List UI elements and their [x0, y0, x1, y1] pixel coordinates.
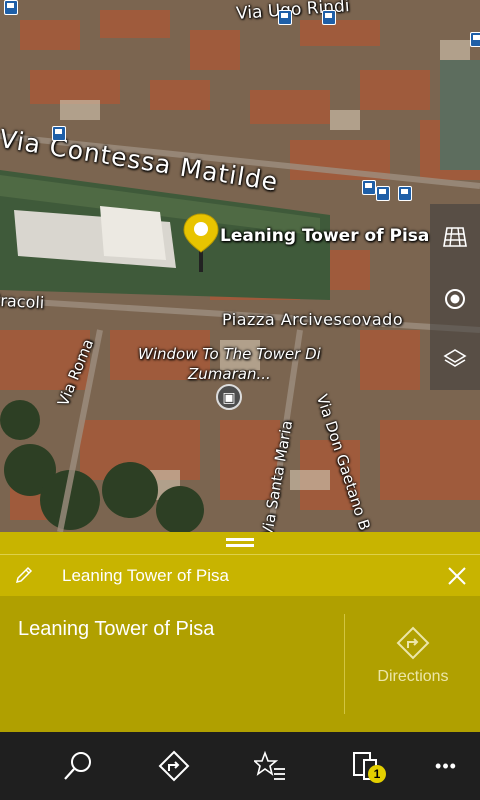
map-toolbar [430, 204, 480, 390]
hotel-icon[interactable]: ▣ [216, 384, 242, 410]
notification-badge: 1 [368, 765, 386, 783]
selected-poi-label[interactable]: Leaning Tower of Pisa [220, 226, 429, 246]
place-label-line1: Window To The Tower Di [138, 345, 321, 363]
directions-icon [396, 626, 430, 660]
more-icon: ••• [435, 755, 457, 776]
directions-label: Directions [377, 668, 449, 685]
3d-buildings-icon[interactable] [430, 212, 480, 262]
place-details: Leaning Tower of Pisa Directions [0, 596, 480, 732]
favorites-list-icon [254, 750, 285, 780]
bus-stop-icon[interactable] [470, 32, 480, 47]
app-bar: 1 ••• [0, 732, 480, 800]
more-button[interactable]: ••• [428, 748, 464, 784]
directions-button[interactable]: Directions [346, 626, 480, 696]
bus-stop-icon[interactable] [362, 180, 376, 195]
edit-pencil-icon[interactable] [14, 565, 34, 585]
grip-icon [226, 538, 254, 547]
panel-drag-handle[interactable] [0, 532, 480, 554]
map-layers-icon[interactable] [430, 334, 480, 384]
close-icon[interactable] [446, 565, 468, 587]
place-label-window-to-tower[interactable]: Window To The Tower Di Zumaran... [138, 344, 321, 384]
map-view[interactable]: Via Ugo Rindi Via Contessa Matilde iraco… [0, 0, 480, 532]
place-label-line2: Zumaran... [188, 365, 271, 383]
bus-stop-icon[interactable] [278, 10, 292, 25]
place-name: Leaning Tower of Pisa [18, 618, 215, 640]
bus-stop-icon[interactable] [4, 0, 18, 15]
bus-stop-icon[interactable] [376, 186, 390, 201]
bus-stop-icon[interactable] [52, 126, 66, 141]
devices-button[interactable]: 1 [348, 748, 386, 784]
locate-me-icon[interactable] [430, 274, 480, 324]
directions-icon [158, 750, 190, 782]
bus-stop-icon[interactable] [322, 10, 336, 25]
street-label-miracoli: iracoli [0, 290, 45, 313]
directions-appbar-button[interactable] [156, 748, 192, 784]
search-icon [64, 752, 91, 780]
panel-title: Leaning Tower of Pisa [62, 566, 229, 585]
divider [344, 614, 345, 714]
place-label-piazza[interactable]: Piazza Arcivescovado [222, 310, 403, 329]
location-pin-icon[interactable] [182, 212, 220, 274]
search-button[interactable] [60, 748, 96, 784]
place-details-panel: Leaning Tower of Pisa Leaning Tower of P… [0, 532, 480, 732]
bus-stop-icon[interactable] [398, 186, 412, 201]
satellite-imagery [0, 0, 480, 532]
favorites-button[interactable] [252, 748, 288, 784]
panel-title-bar: Leaning Tower of Pisa [0, 554, 480, 596]
